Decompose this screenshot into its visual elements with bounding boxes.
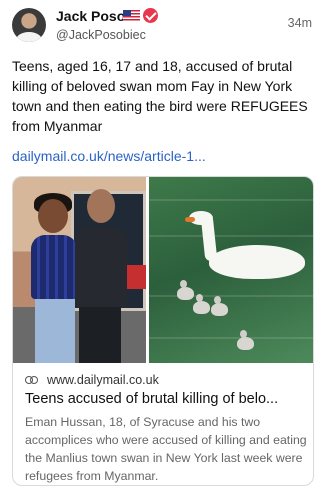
officer-figure-legs xyxy=(79,305,121,363)
social-post: Jack Poso @JackPosobiec 34m Teens, aged … xyxy=(0,0,326,500)
teen-figure-legs xyxy=(35,299,75,363)
verified-icon xyxy=(143,8,158,23)
water-ripple xyxy=(149,295,313,297)
water-ripple xyxy=(149,235,313,237)
cygnet xyxy=(177,280,194,300)
post-link[interactable]: dailymail.co.uk/news/article-1... xyxy=(12,148,206,164)
flag-canton xyxy=(123,10,131,16)
arrest-photo xyxy=(13,177,146,363)
post-text: Teens, aged 16, 17 and 18, accused of br… xyxy=(12,58,308,134)
officer-figure xyxy=(75,227,127,307)
swan-body xyxy=(209,245,305,279)
water-ripple xyxy=(149,199,313,201)
swan-photo xyxy=(149,177,313,363)
cygnet xyxy=(237,330,254,350)
card-image[interactable] xyxy=(13,177,313,363)
author-avatar[interactable] xyxy=(12,8,46,42)
card-title[interactable]: Teens accused of brutal killing of belo.… xyxy=(25,391,307,407)
cygnet xyxy=(211,296,228,316)
link-preview-card[interactable]: www.dailymail.co.uk Teens accused of bru… xyxy=(12,176,314,486)
teen-figure xyxy=(31,235,77,299)
post-timestamp[interactable]: 34m xyxy=(288,16,312,30)
card-description: Eman Hussan, 18, of Syracuse and his two… xyxy=(25,415,307,483)
link-icon xyxy=(25,376,38,384)
author-name[interactable]: Jack Poso xyxy=(56,8,125,24)
us-flag-icon xyxy=(123,10,140,21)
card-domain: www.dailymail.co.uk xyxy=(47,373,159,387)
cygnet xyxy=(193,294,210,314)
teen-figure-head xyxy=(38,199,68,233)
swan-beak xyxy=(185,217,195,222)
water-ripple xyxy=(149,337,313,339)
card-info[interactable]: www.dailymail.co.uk Teens accused of bru… xyxy=(13,363,313,485)
avatar-shoulders xyxy=(16,32,42,42)
author-handle[interactable]: @JackPosobiec xyxy=(56,28,146,42)
officer-figure-head xyxy=(87,189,115,223)
post-header: Jack Poso @JackPosobiec 34m xyxy=(12,6,316,46)
